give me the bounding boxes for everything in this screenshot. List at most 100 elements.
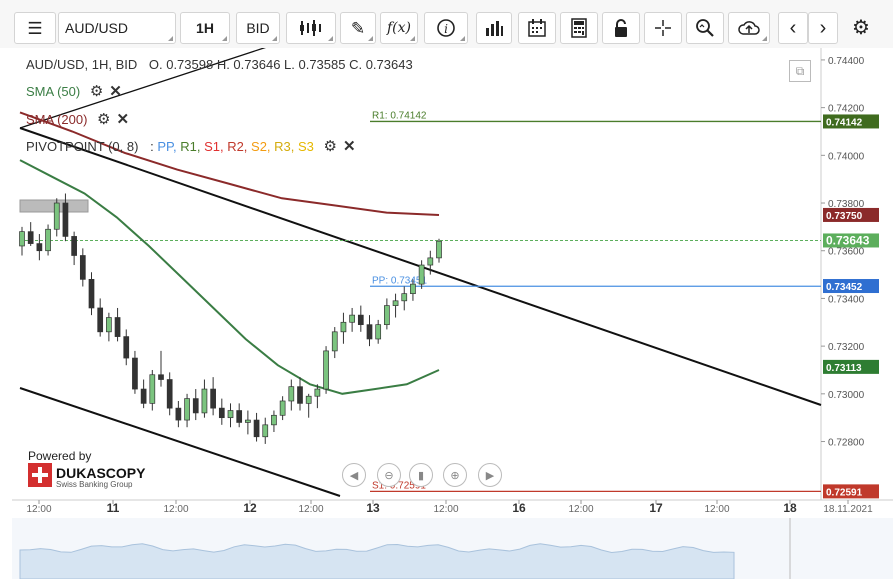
price-badge-label: 0.74142 (826, 117, 863, 128)
pivot-item-0: PP, (157, 139, 177, 154)
expand-icon: ⧉ (795, 63, 805, 78)
sma200-close-icon[interactable]: ✕ (117, 111, 130, 128)
candle-body (288, 386, 295, 402)
candle-body (375, 324, 382, 340)
y-tick-label: 0.74200 (828, 104, 865, 115)
volume-button[interactable] (476, 12, 512, 44)
timeframe-selector[interactable]: 1H (180, 12, 230, 44)
candle-body (19, 231, 25, 247)
candle-body (201, 388, 208, 414)
sma50-close-icon[interactable]: ✕ (109, 83, 122, 100)
chart-bg (0, 48, 893, 579)
gear-icon: ⚙ (852, 17, 870, 39)
calendar-button[interactable] (518, 12, 556, 44)
legend-instrument: AUD/USD, 1H, BID (26, 57, 138, 72)
nav-back-button[interactable]: ◀ (342, 463, 366, 487)
save-cloud-button[interactable] (728, 12, 770, 44)
nav-forward-button[interactable]: ▶ (478, 463, 502, 487)
candle-body (45, 228, 51, 252)
price-badge-label: 0.73113 (826, 363, 862, 374)
x-tick-label: 18.11.2021 (823, 504, 873, 515)
pivot-settings-icon[interactable]: ⚙ (324, 138, 337, 155)
scroll-left-button[interactable]: ‹ (778, 12, 808, 44)
y-tick-label: 0.74000 (828, 151, 865, 162)
candle-body (158, 374, 164, 380)
sma200-label: SMA (200) (26, 112, 88, 127)
candle-body (401, 293, 408, 302)
indicators-button[interactable]: f(x) (380, 12, 418, 44)
price-chart[interactable]: R1: 0.74142PP: 0.73451S1: 0.72591 0.7440… (0, 48, 893, 579)
candle-body (279, 400, 286, 416)
candle-body (210, 388, 216, 409)
candle-body (218, 407, 225, 419)
calculator-button[interactable] (560, 12, 598, 44)
candle-body (323, 350, 329, 390)
menu-button[interactable]: ☰ (14, 12, 56, 44)
pivot-label: PIVOTPOINT (0, 8) (26, 139, 139, 154)
candle-body (227, 410, 234, 419)
brand-name: DUKASCOPY (56, 465, 146, 481)
crosshair-button[interactable] (644, 12, 682, 44)
pivot-close-icon[interactable]: ✕ (343, 138, 356, 155)
side-label: BID (246, 20, 270, 36)
lock-button[interactable] (602, 12, 640, 44)
svg-text:i: i (444, 22, 448, 36)
sma50-label: SMA (50) (26, 84, 81, 99)
zoom-in-button[interactable]: ⊕ (443, 463, 467, 487)
legend-ohlc: O. 0.73598 H. 0.73646 L. 0.73585 C. 0.73… (148, 57, 413, 72)
pivot-item-2: S1, (200, 139, 224, 154)
info-button[interactable]: i (424, 12, 468, 44)
y-tick-label: 0.73400 (828, 294, 865, 305)
expand-button[interactable]: ⧉ (789, 60, 811, 82)
candle-body (436, 240, 442, 259)
function-icon: f(x) (386, 20, 411, 36)
navigator[interactable] (12, 518, 893, 579)
dukascopy-logo: DUKASCOPY Swiss Banking Group (28, 463, 146, 489)
pivot-item-1: R1, (176, 139, 201, 154)
x-tick-label: 18 (783, 501, 797, 515)
side-selector[interactable]: BID (236, 12, 280, 44)
zoom-button[interactable] (686, 12, 724, 44)
candle-body (192, 398, 199, 414)
pivot-items: PP, R1, S1, R2, S2, R3, S3 (157, 139, 314, 154)
x-tick-label: 16 (512, 501, 526, 515)
calendar-icon (528, 19, 546, 37)
candle-body (71, 236, 77, 256)
candle-body (149, 374, 156, 404)
zoom-out-button[interactable]: ⊖ (377, 463, 401, 487)
candle-body (79, 255, 86, 280)
candle-body (132, 357, 138, 390)
y-tick-label: 0.73200 (828, 342, 865, 353)
price-badge-label: 0.72591 (826, 487, 863, 498)
candle-body (410, 283, 416, 295)
chart-type-button[interactable] (286, 12, 336, 44)
drawing-button[interactable]: ✎ (340, 12, 376, 44)
price-badge-label: 0.73452 (826, 282, 863, 293)
candle-body (271, 414, 277, 426)
candles-icon (300, 20, 321, 36)
x-tick-label: 12:00 (704, 504, 729, 515)
candle-body (357, 314, 364, 326)
price-badge-label: 0.73750 (826, 211, 863, 222)
x-tick-label: 17 (649, 501, 663, 515)
toolbar: ☰ AUD/USD 1H BID ✎ f(x) i ‹ › ⚙ (0, 0, 893, 49)
y-tick-label: 0.73000 (828, 390, 865, 401)
candle-body (184, 398, 190, 421)
triangle-right-icon: ▶ (485, 469, 495, 482)
settings-button[interactable]: ⚙ (844, 12, 878, 44)
scroll-right-button[interactable]: › (808, 12, 838, 44)
candle-body (53, 202, 60, 230)
instrument-selector[interactable]: AUD/USD (58, 12, 176, 44)
x-tick-label: 11 (107, 501, 120, 515)
pivot-item-3: R2, (223, 139, 248, 154)
legend-header: AUD/USD, 1H, BID O. 0.73598 H. 0.73646 L… (26, 57, 413, 72)
candle-body (97, 307, 104, 333)
x-tick-label: 12 (243, 501, 257, 515)
reset-button[interactable]: ▮ (409, 463, 433, 487)
sma200-settings-icon[interactable]: ⚙ (97, 111, 110, 128)
pivot-item-5: R3, (270, 139, 295, 154)
sma50-settings-icon[interactable]: ⚙ (90, 83, 103, 100)
pivot-item-6: S3 (294, 139, 314, 154)
candle-body (106, 317, 112, 333)
x-tick-label: 12:00 (298, 504, 323, 515)
